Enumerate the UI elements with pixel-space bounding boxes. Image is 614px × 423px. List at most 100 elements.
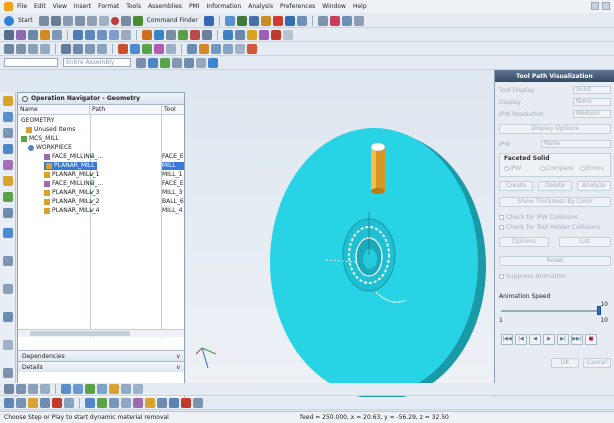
postprocess-icon[interactable] — [202, 29, 212, 40]
rewind-to-start-button[interactable]: |◀◀ — [501, 334, 513, 345]
hole-icon[interactable] — [109, 384, 119, 394]
layer-settings-icon[interactable] — [169, 398, 179, 408]
close-x-icon[interactable] — [247, 43, 257, 54]
layer-icon[interactable] — [317, 15, 328, 26]
orient-view-icon[interactable] — [296, 15, 307, 26]
replay-toolpath-icon[interactable] — [154, 29, 164, 40]
display-select[interactable]: None — [573, 98, 611, 106]
cancel-button[interactable]: Cancel — [583, 358, 611, 368]
menu-file[interactable]: File — [17, 3, 27, 10]
library-icon[interactable] — [223, 43, 233, 54]
show-thickness-button[interactable]: Show Thickness By Color — [499, 197, 611, 207]
chevron-down-icon[interactable]: v — [176, 353, 180, 360]
sketch-icon[interactable] — [4, 384, 14, 394]
ok-button[interactable]: OK — [551, 358, 579, 368]
column-header-path[interactable]: Path — [90, 105, 162, 114]
create-geometry-icon[interactable] — [28, 29, 38, 40]
blank-icon[interactable] — [28, 43, 38, 54]
subtract-icon[interactable] — [97, 384, 107, 394]
new-icon[interactable] — [38, 15, 49, 26]
snap-icon[interactable] — [203, 15, 214, 26]
copy-object-icon[interactable] — [247, 29, 257, 40]
teach-icon[interactable] — [199, 43, 209, 54]
command-finder-icon[interactable] — [132, 15, 143, 26]
analyze-button[interactable]: Analyze — [577, 181, 611, 191]
check-ipw-collisions-checkbox[interactable] — [499, 215, 504, 220]
holder-icon[interactable] — [85, 43, 95, 54]
menu-format[interactable]: Format — [98, 3, 119, 10]
chamfer-icon[interactable] — [133, 384, 143, 394]
options-icon[interactable] — [235, 43, 245, 54]
start-button[interactable]: Start — [18, 17, 33, 24]
wcs-origin-icon[interactable] — [28, 398, 38, 408]
select-all-icon[interactable] — [160, 57, 170, 68]
reset-button[interactable]: Reset — [499, 256, 611, 266]
dependencies-panel-header[interactable]: Dependencies v — [18, 350, 184, 361]
menu-edit[interactable]: Edit — [34, 3, 46, 10]
path-display-icon[interactable] — [118, 43, 128, 54]
move-object-icon[interactable] — [85, 398, 95, 408]
process-studio-icon[interactable] — [3, 256, 13, 266]
wcs-dynamics-icon[interactable] — [40, 398, 50, 408]
command-finder-button[interactable]: Command Finder — [147, 17, 198, 24]
list-toolpath-icon[interactable] — [166, 29, 176, 40]
render-style-icon[interactable] — [272, 15, 283, 26]
cut-icon[interactable] — [74, 15, 85, 26]
tree-row[interactable]: PLANAR_MILL_4 ✔ MILL_4 — [18, 207, 186, 215]
verify-toolpath-icon[interactable] — [178, 29, 188, 40]
close-icon[interactable] — [602, 2, 610, 10]
cut-object-icon[interactable] — [235, 29, 245, 40]
web-browser-icon[interactable] — [3, 192, 13, 202]
simulate-machine-icon[interactable] — [190, 29, 200, 40]
save-icon[interactable] — [62, 15, 73, 26]
analysis-sweep-icon[interactable] — [4, 43, 14, 54]
menu-insert[interactable]: Insert — [74, 3, 91, 10]
shop-doc-icon[interactable] — [121, 29, 131, 40]
transform-object-icon[interactable] — [97, 398, 107, 408]
check-geometry-icon[interactable] — [40, 43, 50, 54]
section-view-icon[interactable] — [193, 398, 203, 408]
delete-button[interactable]: Delete — [538, 181, 572, 191]
create-tool-icon[interactable] — [16, 29, 26, 40]
create-operation-icon[interactable] — [52, 29, 62, 40]
group-icon[interactable] — [166, 43, 176, 54]
tree-row[interactable]: PLANAR_MILL_3 ✔ MILL_3 — [18, 189, 186, 197]
menu-assemblies[interactable]: Assemblies — [148, 3, 182, 10]
rename-icon[interactable] — [283, 29, 293, 40]
menu-window[interactable]: Window — [322, 3, 346, 10]
radio-errors[interactable] — [580, 166, 585, 171]
lasso-icon[interactable] — [184, 57, 194, 68]
system-scenes-icon[interactable] — [3, 312, 13, 322]
geometry-view-icon[interactable] — [97, 29, 107, 40]
measure-distance-icon[interactable] — [109, 398, 119, 408]
list-button[interactable]: List — [559, 237, 611, 247]
navigator-horizontal-scrollbar[interactable] — [18, 329, 184, 337]
fit-icon[interactable] — [224, 15, 235, 26]
deselect-icon[interactable] — [172, 57, 182, 68]
reverse-normal-icon[interactable] — [181, 398, 191, 408]
chevron-down-icon[interactable]: v — [176, 364, 180, 371]
copy-icon[interactable] — [86, 15, 97, 26]
program-order-view-icon[interactable] — [73, 29, 83, 40]
transform-icon[interactable] — [154, 43, 164, 54]
display-options-button[interactable]: Display Options — [499, 124, 611, 134]
reuse-library-icon[interactable] — [3, 160, 13, 170]
menu-view[interactable]: View — [53, 3, 67, 10]
manufacturing-wizard-icon[interactable] — [3, 340, 13, 350]
undo-icon[interactable] — [120, 15, 131, 26]
tree-row[interactable]: WORKPIECE — [18, 144, 186, 152]
radio-ipw[interactable] — [504, 166, 509, 171]
gouge-check-icon[interactable] — [130, 43, 140, 54]
tool-icon[interactable] — [73, 43, 83, 54]
rotate-icon[interactable] — [248, 15, 259, 26]
roles-icon[interactable] — [3, 284, 13, 294]
curve-icon[interactable] — [16, 384, 26, 394]
point-icon[interactable] — [28, 384, 38, 394]
tree-row[interactable]: FACE_MILLING_... ✔ FACE_E — [18, 153, 186, 161]
slider-thumb[interactable] — [597, 306, 601, 315]
assembly-navigator-icon[interactable] — [3, 96, 13, 106]
menu-tools[interactable]: Tools — [126, 3, 141, 10]
part-navigator-icon[interactable] — [3, 128, 13, 138]
delete-object-icon[interactable] — [271, 29, 281, 40]
tree-row[interactable]: PLANAR_MILL_1 ✔ MILL_1 — [18, 171, 186, 179]
